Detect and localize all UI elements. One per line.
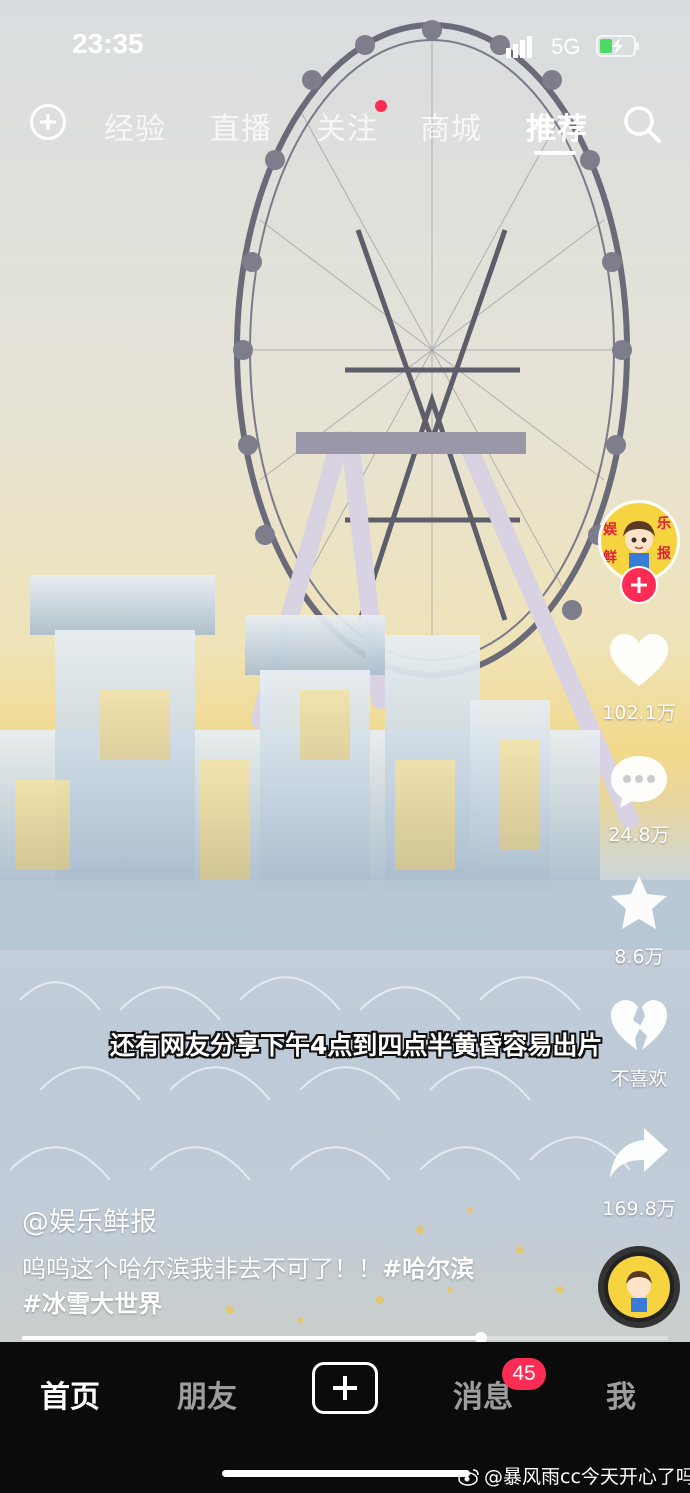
video-frame[interactable]	[0, 0, 690, 1342]
comment-icon[interactable]	[608, 752, 670, 810]
favorite-count: 8.6万	[614, 946, 664, 968]
tab-mall[interactable]: 商城	[420, 104, 482, 148]
video-description: 呜呜这个哈尔滨我非去不可了！！#哈尔滨 #冰雪大世界	[22, 1252, 542, 1322]
tab-recommend[interactable]: 推荐	[526, 104, 588, 148]
avatar-char-2: 乐	[657, 516, 671, 532]
progress-fill	[22, 1336, 481, 1340]
disc-cartoon-icon	[626, 1271, 652, 1312]
active-tab-indicator	[534, 151, 576, 155]
message-badge: 45	[502, 1358, 546, 1390]
hashtag-ice-snow-world[interactable]: #冰雪大世界	[22, 1290, 162, 1318]
ferris-wheel-scene	[0, 20, 690, 1342]
watermark-text: @暴风雨cc今天开心了吗	[484, 1466, 690, 1488]
battery-charging-icon	[596, 35, 639, 57]
tab-friends[interactable]: 朋友	[177, 1372, 237, 1416]
network-type: 5G	[551, 34, 581, 59]
tab-experience[interactable]: 经验	[104, 104, 166, 148]
share-icon[interactable]	[608, 1124, 670, 1182]
disc-cover	[608, 1256, 670, 1318]
follow-button[interactable]	[620, 566, 658, 604]
cellular-signal-icon	[506, 36, 532, 58]
video-progress-bar[interactable]	[22, 1332, 668, 1344]
hashtag-harbin[interactable]: #哈尔滨	[382, 1255, 474, 1283]
avatar-char-1: 娱	[603, 522, 617, 538]
like-count: 102.1万	[602, 702, 676, 724]
home-indicator	[222, 1470, 470, 1477]
tab-following[interactable]: 关注	[316, 104, 378, 148]
avatar-char-4: 报	[657, 546, 671, 562]
description-text: 呜呜这个哈尔滨我非去不可了！！	[22, 1255, 382, 1283]
watermark: @暴风雨cc今天开心了吗	[458, 1462, 690, 1489]
author-name[interactable]: @娱乐鲜报	[22, 1200, 157, 1239]
music-disc[interactable]	[598, 1246, 680, 1328]
weibo-logo-icon	[458, 1469, 479, 1486]
following-notification-dot	[375, 100, 387, 112]
broken-heart-icon[interactable]	[608, 998, 670, 1056]
tab-live[interactable]: 直播	[210, 104, 272, 148]
avatar-char-3: 鲜	[603, 550, 617, 566]
share-count: 169.8万	[602, 1198, 676, 1220]
create-button[interactable]	[312, 1362, 378, 1414]
heart-icon[interactable]	[608, 632, 670, 690]
star-icon[interactable]	[608, 874, 670, 932]
add-icon[interactable]	[30, 104, 66, 140]
tab-me[interactable]: 我	[606, 1372, 636, 1416]
comment-count: 24.8万	[608, 824, 670, 846]
dislike-label: 不喜欢	[610, 1068, 668, 1090]
status-time: 23:35	[72, 28, 144, 59]
video-subtitle: 还有网友分享下午4点到四点半黄昏容易出片	[110, 1031, 603, 1060]
tab-home[interactable]: 首页	[40, 1372, 100, 1416]
search-icon[interactable]	[622, 104, 662, 144]
